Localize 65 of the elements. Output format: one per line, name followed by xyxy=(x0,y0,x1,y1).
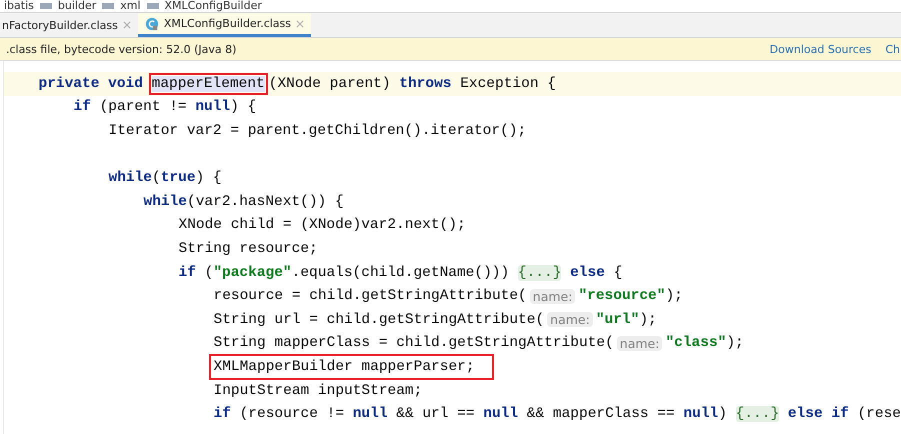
keyword: if xyxy=(74,99,92,116)
keyword: if xyxy=(178,264,197,281)
keyword: null xyxy=(483,406,520,422)
code-text: && url == xyxy=(396,406,476,422)
code-text: (parent != xyxy=(100,99,188,116)
code-text: InputStream inputStream; xyxy=(214,382,422,399)
string-literal: "resource" xyxy=(578,288,666,304)
code-text: ); xyxy=(639,312,657,328)
keyword: if xyxy=(214,406,232,422)
breadcrumb-item[interactable]: builder xyxy=(58,0,96,12)
code-text: (XNode parent) xyxy=(268,76,392,92)
keyword: throws xyxy=(399,76,452,92)
code-text: ) { xyxy=(230,99,256,116)
code-text: ); xyxy=(726,335,744,352)
notice-link[interactable]: Ch xyxy=(885,42,900,56)
string-literal: "class" xyxy=(665,335,726,352)
close-icon[interactable] xyxy=(122,21,131,29)
class-icon xyxy=(144,16,159,30)
folder-icon xyxy=(40,3,52,9)
keyword: else if xyxy=(786,406,850,422)
code-text: ) { xyxy=(196,170,222,186)
code-text: && mapperClass == xyxy=(526,406,676,422)
code-text: resource = child.getStringAttribute( xyxy=(214,288,527,304)
keyword: else xyxy=(569,264,606,281)
breadcrumb-item[interactable]: xml xyxy=(120,0,141,12)
code-text: { xyxy=(614,264,622,281)
string-literal: "package" xyxy=(213,264,292,281)
keyword: while xyxy=(144,194,188,210)
code-text: XNode child = (XNode)var2.next(); xyxy=(178,217,466,234)
parameter-hint: name: xyxy=(530,288,576,304)
keyword: private void xyxy=(38,76,144,92)
keyword: null xyxy=(683,406,718,422)
code-text: String mapperClass = child.getStringAttribute( xyxy=(214,335,614,352)
editor-tab[interactable]: nFactoryBuilder.class xyxy=(0,13,138,37)
breadcrumb-item[interactable]: XMLConfigBuilder xyxy=(164,0,262,12)
close-icon[interactable] xyxy=(296,20,304,28)
code-text: XMLMapperBuilder mapperParser; xyxy=(214,358,475,375)
code-text: String url = child.getStringAttribute( xyxy=(214,312,544,328)
folded-code: {...} xyxy=(518,264,562,281)
notice-text: .class file, bytecode version: 52.0 (Java 8) xyxy=(6,42,236,56)
folder-icon xyxy=(146,3,159,9)
breadcrumb-item[interactable]: ibatis xyxy=(4,0,34,12)
code-text: (var2.hasNext()) { xyxy=(187,194,344,210)
editor-tab[interactable]: XMLConfigBuilder.class xyxy=(138,13,312,37)
keyword: null xyxy=(195,99,230,116)
parameter-hint: name: xyxy=(616,336,662,351)
code-text: Iterator var2 = parent.getChildren().iterator(); xyxy=(108,122,526,139)
code-text: ) xyxy=(718,406,728,422)
keyword: true xyxy=(160,170,196,186)
outlined-identifier: mapperElement xyxy=(152,76,265,92)
code-text: (rese xyxy=(857,406,901,422)
notice-link[interactable]: Download Sources xyxy=(770,42,872,56)
keyword: null xyxy=(352,406,389,422)
code-text: Exception { xyxy=(460,76,556,92)
parameter-hint: name: xyxy=(547,312,593,328)
folded-code: {...} xyxy=(736,406,780,422)
folder-icon xyxy=(102,3,114,9)
code-text: ( xyxy=(152,170,161,186)
code-text: String resource; xyxy=(178,240,318,257)
code-text: .equals(child.getName())) xyxy=(292,264,510,281)
code-text: ); xyxy=(665,288,683,304)
code-text: (resource != xyxy=(240,406,346,422)
keyword: while xyxy=(108,170,152,186)
code-text: ( xyxy=(204,264,214,281)
string-literal: "url" xyxy=(596,312,640,328)
